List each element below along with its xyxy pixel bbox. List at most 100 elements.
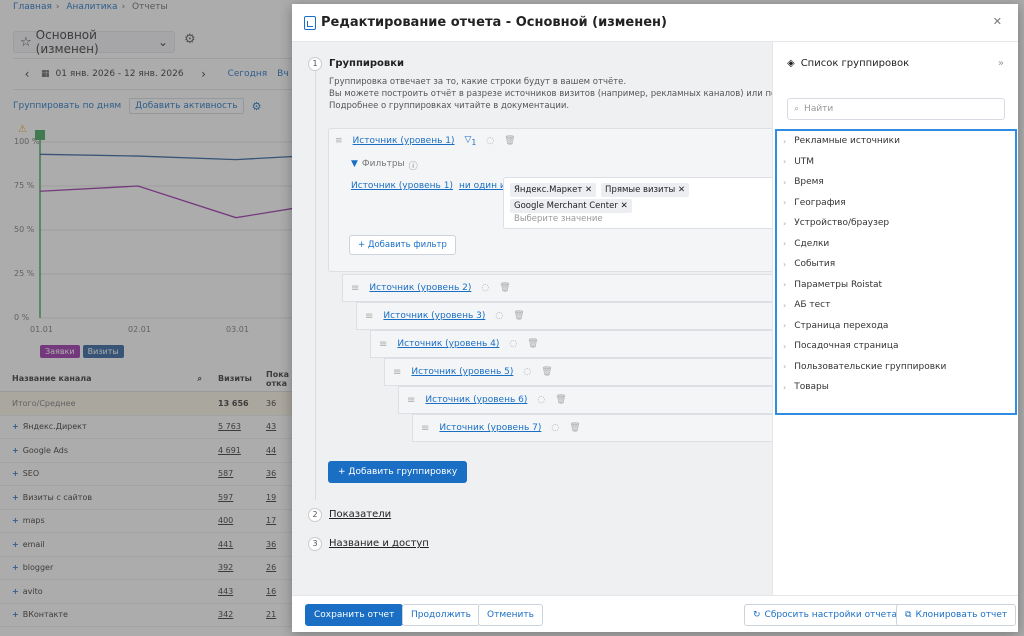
drag-handle-icon[interactable]: ≡ <box>393 367 401 378</box>
layers-icon: ◈ <box>787 58 795 69</box>
clone-report-button[interactable]: ⧉ Клонировать отчет <box>896 604 1017 626</box>
drag-handle-icon[interactable]: ≡ <box>351 283 359 294</box>
grouping-category-label: Посадочная страница <box>794 341 899 352</box>
groupings-list-panel: ◈ Список группировок » ⌕ Найти › Рекламны… <box>772 42 1018 595</box>
step-3-name-access[interactable]: Название и доступ <box>329 538 429 549</box>
grouping-level-2: ≡ Источник (уровень 2) ◌ 🗑 <box>342 274 772 302</box>
grouping-category-item[interactable]: › АБ тест <box>777 295 1015 316</box>
drag-handle-icon[interactable]: ≡ <box>379 339 387 350</box>
grouping-category-item[interactable]: › География <box>777 193 1015 214</box>
grouping-category-item[interactable]: › Страница перехода <box>777 316 1015 337</box>
chevron-right-icon: › <box>783 177 787 187</box>
grouping-categories-list: › Рекламные источники › UTM › Время › География… <box>775 129 1017 415</box>
add-filter-button[interactable]: + Добавить фильтр <box>349 235 456 255</box>
grouping-category-item[interactable]: › Товары <box>777 377 1015 398</box>
trash-icon[interactable]: 🗑 <box>555 395 566 405</box>
trash-icon[interactable]: 🗑 <box>504 136 515 146</box>
chip-remove-icon[interactable]: ✕ <box>678 185 685 195</box>
chevron-right-icon: › <box>783 136 787 146</box>
hide-icon[interactable]: ◌ <box>523 367 531 377</box>
grouping-category-label: Товары <box>794 382 829 393</box>
chip: Прямые визиты ✕ <box>601 183 690 197</box>
step-1-number: 1 <box>308 57 322 71</box>
trash-icon[interactable]: 🗑 <box>513 311 524 321</box>
help-icon[interactable]: ⓘ <box>409 159 418 172</box>
grouping-category-label: Сделки <box>794 238 830 249</box>
drag-handle-icon[interactable]: ≡ <box>407 395 415 406</box>
grouping-category-label: АБ тест <box>794 300 831 311</box>
grouping-category-label: География <box>794 197 846 208</box>
grouping-category-item[interactable]: › Параметры Roistat <box>777 275 1015 296</box>
chevron-right-icon: › <box>783 362 787 372</box>
level-label[interactable]: Источник (уровень 7) <box>439 423 541 433</box>
docs-text[interactable]: Подробнее о группировках читайте в докум… <box>329 100 769 112</box>
hide-icon[interactable]: ◌ <box>486 136 494 146</box>
chevron-right-icon: › <box>783 382 787 392</box>
add-grouping-button[interactable]: + Добавить группировку <box>328 461 468 483</box>
chip-remove-icon[interactable]: ✕ <box>585 185 592 195</box>
chip-remove-icon[interactable]: ✕ <box>621 201 628 211</box>
search-placeholder: Найти <box>804 104 834 114</box>
level-label[interactable]: Источник (уровень 2) <box>369 283 471 293</box>
grouping-category-label: Страница перехода <box>794 320 889 331</box>
drag-handle-icon[interactable]: ≡ <box>335 136 343 146</box>
step-2-number: 2 <box>308 508 322 522</box>
filter-icon[interactable]: ▽1 <box>465 135 477 147</box>
level-label[interactable]: Источник (уровень 3) <box>383 311 485 321</box>
grouping-category-item[interactable]: › События <box>777 254 1015 275</box>
filter-field[interactable]: Источник (уровень 1) <box>351 181 453 191</box>
reset-settings-button[interactable]: ↻ Сбросить настройки отчета <box>744 604 906 626</box>
grouping-category-label: События <box>794 259 836 270</box>
drag-handle-icon[interactable]: ≡ <box>421 423 429 434</box>
modal-body: 1 Группировки Группировка отвечает за то… <box>292 42 772 595</box>
filter-values-input[interactable]: Яндекс.Маркет ✕ Прямые визиты ✕ Google M… <box>503 177 772 229</box>
save-report-button[interactable]: Сохранить отчет <box>305 604 404 626</box>
chevron-right-icon: › <box>783 198 787 208</box>
step-3-number: 3 <box>308 537 322 551</box>
search-input[interactable]: ⌕ Найти <box>787 98 1005 120</box>
hide-icon[interactable]: ◌ <box>551 423 559 433</box>
reset-icon: ↻ <box>753 610 761 620</box>
hide-icon[interactable]: ◌ <box>537 395 545 405</box>
grouping-category-item[interactable]: › Пользовательские группировки <box>777 357 1015 378</box>
cancel-button[interactable]: Отменить <box>478 604 543 626</box>
chevron-right-icon: › <box>783 341 787 351</box>
funnel-icon: ▼ <box>351 159 358 169</box>
level-1-label[interactable]: Источник (уровень 1) <box>353 136 455 146</box>
step-2-metrics[interactable]: Показатели <box>329 509 391 520</box>
chevron-right-icon: › <box>783 157 787 167</box>
grouping-category-label: UTM <box>794 156 815 167</box>
hide-icon[interactable]: ◌ <box>481 283 489 293</box>
copy-icon: ⧉ <box>905 610 912 620</box>
drag-handle-icon[interactable]: ≡ <box>365 311 373 322</box>
hide-icon[interactable]: ◌ <box>495 311 503 321</box>
grouping-category-item[interactable]: › Посадочная страница <box>777 336 1015 357</box>
chevron-right-icon: › <box>783 239 787 249</box>
trash-icon[interactable]: 🗑 <box>541 367 552 377</box>
level-label[interactable]: Источник (уровень 4) <box>397 339 499 349</box>
close-icon[interactable]: ✕ <box>993 15 1002 28</box>
grouping-category-item[interactable]: › Рекламные источники <box>777 131 1015 152</box>
chip: Google Merchant Center ✕ <box>510 199 632 213</box>
report-icon <box>304 15 316 30</box>
level-label[interactable]: Источник (уровень 6) <box>425 395 527 405</box>
hide-icon[interactable]: ◌ <box>509 339 517 349</box>
trash-icon[interactable]: 🗑 <box>527 339 538 349</box>
groupings-description: Группировка отвечает за то, какие строки… <box>329 77 772 112</box>
collapse-icon[interactable]: » <box>998 58 1004 69</box>
trash-icon[interactable]: 🗑 <box>499 283 510 293</box>
level-label[interactable]: Источник (уровень 5) <box>411 367 513 377</box>
trash-icon[interactable]: 🗑 <box>569 423 580 433</box>
side-panel-title: Список группировок <box>800 58 910 69</box>
grouping-category-item[interactable]: › Сделки <box>777 234 1015 255</box>
grouping-category-label: Устройство/браузер <box>794 218 890 229</box>
grouping-category-item[interactable]: › Время <box>777 172 1015 193</box>
grouping-category-item[interactable]: › Устройство/браузер <box>777 213 1015 234</box>
grouping-category-item[interactable]: › UTM <box>777 152 1015 173</box>
edit-report-modal: Редактирование отчета - Основной (измене… <box>292 4 1018 632</box>
filters-label: Фильтры <box>361 159 405 169</box>
grouping-level-7: ≡ Источник (уровень 7) ◌ 🗑 <box>412 414 772 442</box>
grouping-category-label: Время <box>794 177 824 188</box>
continue-button[interactable]: Продолжить <box>402 604 480 626</box>
modal-header: Редактирование отчета - Основной (измене… <box>292 4 1018 42</box>
